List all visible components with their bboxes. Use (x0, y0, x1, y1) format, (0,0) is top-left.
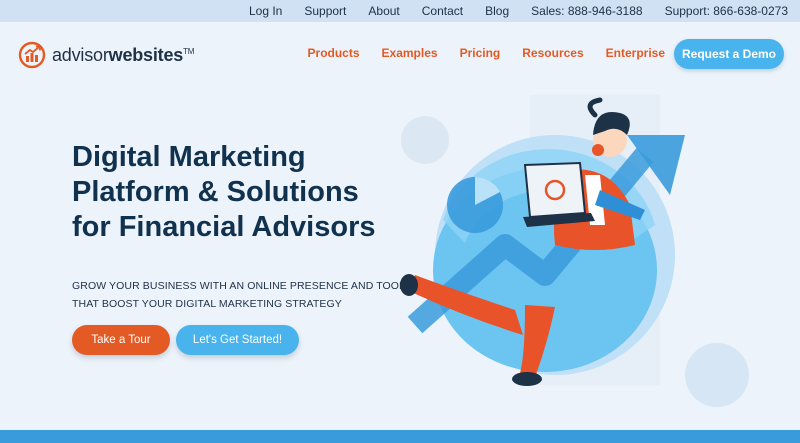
logo-wordmark: advisorwebsitesTM (52, 45, 194, 66)
request-demo-button[interactable]: Request a Demo (674, 39, 784, 69)
get-started-button[interactable]: Let's Get Started! (176, 325, 299, 355)
sales-phone-link[interactable]: Sales: 888-946-3188 (531, 4, 642, 18)
decor-circle (685, 343, 749, 407)
support-link[interactable]: Support (304, 4, 346, 18)
blog-link[interactable]: Blog (485, 4, 509, 18)
support-phone-link[interactable]: Support: 866-638-0273 (665, 4, 788, 18)
utility-links: Log In Support About Contact Blog Sales:… (249, 0, 788, 22)
logo-text-light: advisor (52, 44, 109, 65)
contact-link[interactable]: Contact (422, 4, 463, 18)
logo-text-bold: websites (108, 44, 184, 65)
nav-enterprise[interactable]: Enterprise (606, 46, 665, 60)
utility-bar: Log In Support About Contact Blog Sales:… (0, 0, 800, 22)
login-link[interactable]: Log In (249, 4, 282, 18)
nav-examples[interactable]: Examples (382, 46, 438, 60)
laptop-screen (523, 161, 587, 219)
hero-title-line: Digital Marketing (72, 141, 306, 173)
hero-title: Digital Marketing Platform & Solutions f… (72, 140, 392, 245)
bottom-strip (0, 430, 800, 443)
hero-subtitle-line: THAT BOOST YOUR DIGITAL MARKETING STRATE… (72, 298, 342, 310)
nav-pricing[interactable]: Pricing (460, 46, 501, 60)
about-link[interactable]: About (368, 4, 399, 18)
hero-title-line: Platform & Solutions (72, 176, 359, 208)
businessman-with-laptop-illustration (400, 95, 749, 407)
hero-title-line: for Financial Advisors (72, 211, 376, 243)
man-right-shoe (512, 372, 542, 386)
take-a-tour-button[interactable]: Take a Tour (72, 325, 170, 355)
hero-subtitle: GROW YOUR BUSINESS WITH AN ONLINE PRESEN… (72, 277, 413, 313)
main-nav: Products Examples Pricing Resources Ente… (308, 46, 665, 60)
man-left-shoe (400, 274, 418, 296)
nav-products[interactable]: Products (308, 46, 360, 60)
site-logo[interactable]: advisorwebsitesTM (18, 40, 194, 70)
logo-trademark: TM (183, 46, 195, 56)
nav-resources[interactable]: Resources (522, 46, 583, 60)
hero-subtitle-line: GROW YOUR BUSINESS WITH AN ONLINE PRESEN… (72, 280, 413, 292)
decor-circle (401, 116, 449, 164)
chart-arrow-logo-icon (18, 41, 46, 69)
man-hand-phone (592, 144, 604, 156)
